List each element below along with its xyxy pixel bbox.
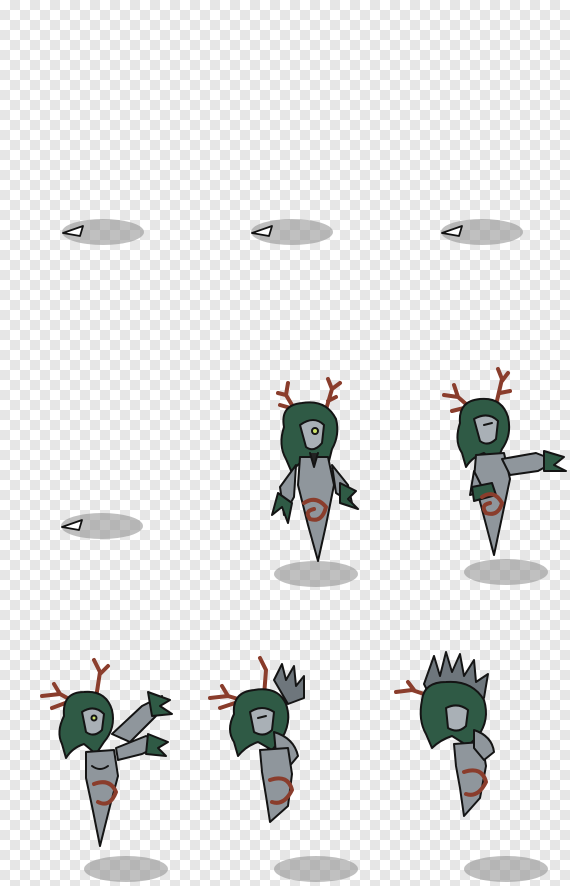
frame-6 (380, 295, 570, 590)
dryad-sprite-idle (271, 377, 359, 562)
dryad-sprite-bloom (394, 651, 495, 817)
direction-marker-icon (61, 519, 83, 531)
frame-5 (190, 295, 380, 590)
frame-1 (0, 0, 190, 295)
frame-3 (380, 0, 570, 295)
direction-marker-icon (62, 225, 84, 237)
dryad-sprite-cast (40, 658, 173, 847)
frame-7 (0, 590, 190, 885)
frame-2 (190, 0, 380, 295)
ground-shadow (274, 856, 358, 882)
dryad-sprite-reach (442, 367, 567, 556)
direction-marker-icon (251, 225, 273, 237)
dryad-sprite-transform (208, 656, 305, 823)
sprite-sheet (0, 0, 570, 886)
ground-shadow (84, 856, 168, 882)
direction-marker-icon (441, 225, 463, 237)
ground-shadow (464, 856, 548, 882)
frame-8 (190, 590, 380, 885)
frame-9 (380, 590, 570, 885)
frame-4 (0, 295, 190, 590)
